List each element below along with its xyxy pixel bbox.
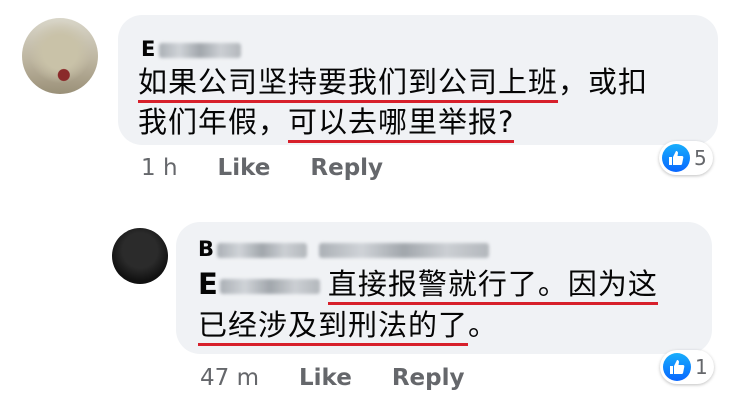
underlined-text: 已经涉及到刑法的了	[198, 308, 469, 346]
author-initial: E	[141, 37, 156, 61]
like-button[interactable]: Like	[299, 365, 352, 391]
mention-tag[interactable]: E	[198, 267, 320, 301]
underlined-text: 如果公司坚持要我们到公司上班	[138, 65, 559, 103]
reply-author-name[interactable]: B	[198, 236, 490, 262]
mention-initial: E	[198, 267, 218, 301]
redacted-name	[219, 278, 320, 294]
redacted-name	[319, 242, 490, 258]
reply-text-line-2: 已经涉及到刑法的了。	[198, 305, 499, 346]
reaction-count: 5	[694, 146, 707, 170]
reply-button[interactable]: Reply	[310, 155, 383, 181]
comment-text: 我们年假，	[138, 105, 289, 139]
like-button[interactable]: Like	[218, 155, 271, 181]
comment-text: ，或扣	[558, 65, 649, 99]
reaction-count: 1	[695, 355, 708, 379]
comment-text-line-1: 如果公司坚持要我们到公司上班，或扣	[138, 62, 649, 103]
author-initial: B	[198, 237, 215, 261]
comment-timestamp[interactable]: 1 h	[141, 155, 178, 181]
reaction-summary[interactable]: 5	[659, 141, 713, 175]
reply-actions: 47 m Like Reply	[200, 365, 497, 391]
redacted-name	[217, 242, 308, 258]
redacted-name	[159, 42, 242, 58]
commenter-avatar[interactable]	[22, 18, 98, 94]
comment-author-name[interactable]: E	[141, 36, 242, 62]
comment-actions: 1 h Like Reply	[141, 155, 415, 181]
reply-text: 。	[468, 308, 499, 342]
underlined-text: 直接报警就行了。因为这	[327, 267, 658, 305]
reply-button[interactable]: Reply	[392, 365, 465, 391]
comment-text-line-2: 我们年假，可以去哪里举报?	[138, 102, 515, 143]
thumbs-up-icon	[662, 144, 690, 172]
reply-timestamp[interactable]: 47 m	[200, 365, 259, 391]
thumbs-up-icon	[663, 353, 691, 381]
reply-text-line-1: E 直接报警就行了。因为这	[198, 264, 658, 305]
replier-avatar[interactable]	[112, 228, 168, 284]
underlined-text: 可以去哪里举报?	[288, 105, 515, 143]
reaction-summary[interactable]: 1	[660, 350, 714, 384]
